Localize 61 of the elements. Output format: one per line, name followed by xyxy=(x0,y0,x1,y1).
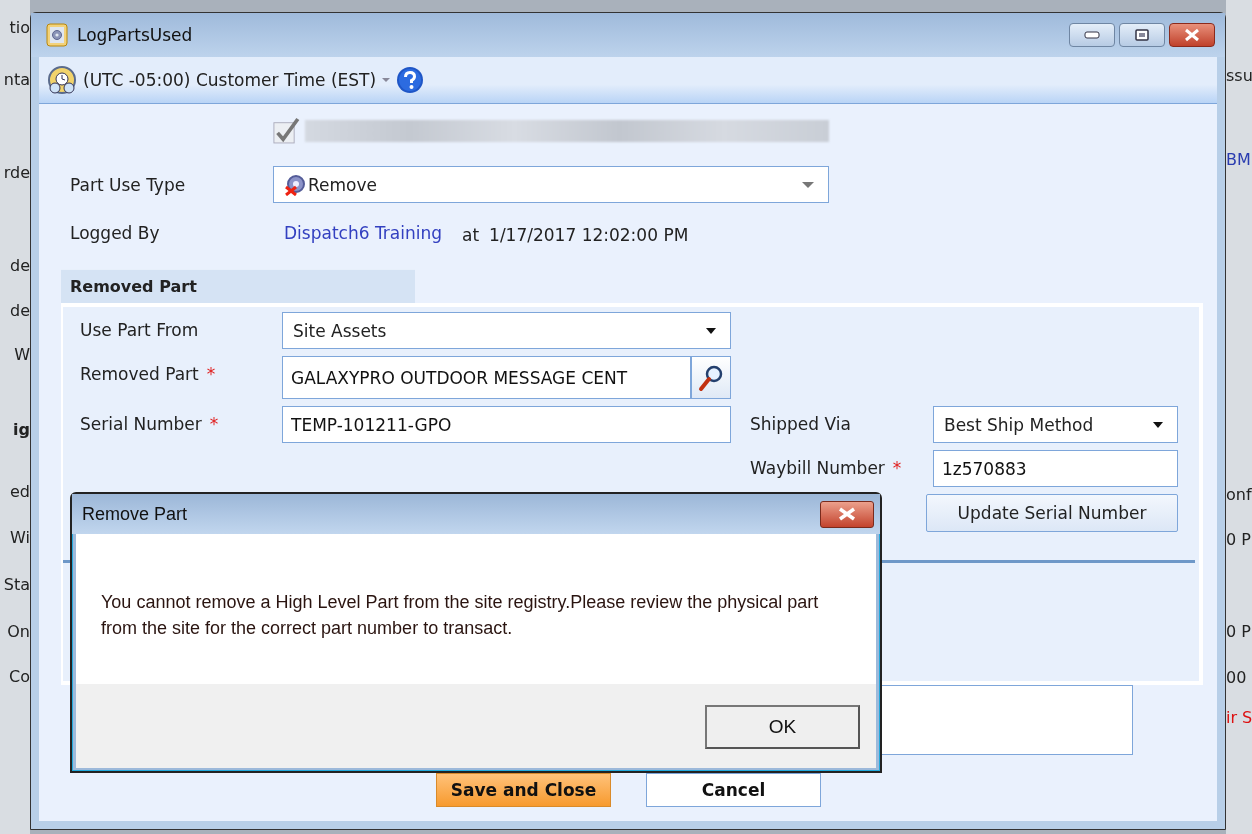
dropdown-arrow-icon xyxy=(706,327,716,334)
dialog-message: You cannot remove a High Level Part from the site registry.Please review the physical part from the site for the correct part number to transact. xyxy=(76,534,876,684)
minimize-button[interactable] xyxy=(1069,23,1115,47)
close-button[interactable] xyxy=(820,500,874,528)
background-text: nta xyxy=(3,70,30,89)
background-text: 0 P xyxy=(1226,622,1251,641)
field-label: Logged By xyxy=(70,223,161,243)
dropdown-arrow-icon xyxy=(1153,421,1163,428)
dialog-title: Remove Part xyxy=(82,503,189,525)
timezone-selector[interactable]: (UTC -05:00) Customer Time (EST) xyxy=(83,70,377,90)
input-field[interactable]: GALAXYPRO OUTDOOR MESSAGE CENT xyxy=(282,356,691,399)
part-use-type-dropdown[interactable]: Remove xyxy=(273,166,829,203)
background-text: ssu xyxy=(1226,66,1252,85)
dropdown-arrow-icon xyxy=(802,181,814,188)
field-label: Shipped Via xyxy=(749,413,852,434)
close-button[interactable] xyxy=(1169,23,1215,47)
gear-icon xyxy=(284,173,306,196)
background-text: tio xyxy=(9,18,30,37)
field-label: Use Part From xyxy=(80,319,200,340)
cancel-button[interactable]: Cancel xyxy=(646,773,821,807)
help-icon xyxy=(396,66,425,94)
field-label: Part Use Type xyxy=(70,174,187,195)
field-label: Removed Part * xyxy=(80,363,217,384)
input-field[interactable]: TEMP-101211-GPO xyxy=(282,406,731,443)
search-button[interactable] xyxy=(691,356,731,399)
at-text: at xyxy=(461,225,480,245)
background-text: On xyxy=(7,622,30,641)
background-text: 0 P xyxy=(1226,530,1251,549)
field-label: Waybill Number * xyxy=(749,457,903,478)
background-text: BM xyxy=(1226,150,1251,169)
background-text: Co xyxy=(9,667,30,686)
save-and-close-button[interactable]: Save and Close xyxy=(436,773,611,807)
background-text: 00 xyxy=(1226,668,1247,687)
dropdown[interactable]: Best Ship Method xyxy=(933,406,1178,443)
maximize-button[interactable] xyxy=(1119,23,1165,47)
close-icon xyxy=(838,507,856,521)
background-text: ig xyxy=(13,420,30,439)
background-text: ir S xyxy=(1226,708,1252,727)
minimize-icon xyxy=(1084,31,1100,39)
background-text: Wi xyxy=(10,528,30,547)
window-title: LogPartsUsed xyxy=(77,25,193,45)
field-label: Serial Number * xyxy=(80,413,220,434)
app-icon xyxy=(45,22,69,48)
ok-button[interactable]: OK xyxy=(705,705,860,749)
search-icon xyxy=(698,363,724,392)
background-text: de xyxy=(10,256,30,275)
clock-icon xyxy=(47,65,77,95)
background-text: W xyxy=(14,345,30,364)
user-link[interactable]: Dispatch6 Training xyxy=(284,223,442,243)
dropdown[interactable]: Site Assets xyxy=(282,312,731,349)
background-text: onf xyxy=(1226,485,1252,504)
input-field[interactable]: 1z570883 xyxy=(933,450,1178,487)
background-text: de xyxy=(10,301,30,320)
dropdown-arrow-icon xyxy=(382,78,391,82)
logged-time: 1/17/2017 12:02:00 PM xyxy=(489,225,689,245)
background-text: rde xyxy=(3,163,30,182)
close-icon xyxy=(1184,28,1200,42)
maximize-icon xyxy=(1135,29,1149,41)
background-text: Sta xyxy=(3,575,30,594)
background-text: ed xyxy=(10,482,30,501)
update-serial-number-button[interactable]: Update Serial Number xyxy=(926,494,1178,532)
